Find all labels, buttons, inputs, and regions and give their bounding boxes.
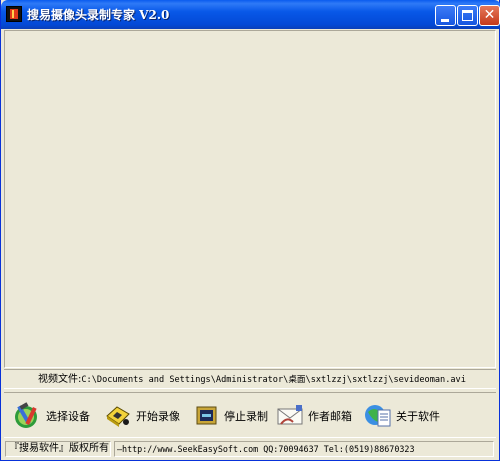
start-record-button[interactable]: 开始录像 <box>104 401 180 431</box>
title-bar[interactable]: 搜易摄像头录制专家 V2.0 ✕ <box>1 0 500 29</box>
about-software-icon <box>364 402 392 430</box>
about-software-label: 关于软件 <box>396 410 440 423</box>
select-device-button[interactable]: 选择设备 <box>14 401 90 431</box>
about-software-button[interactable]: 关于软件 <box>364 401 440 431</box>
minimize-icon <box>441 19 449 22</box>
author-email-button[interactable]: 作者邮箱 <box>276 401 352 431</box>
stop-record-icon <box>192 402 220 430</box>
video-file-bar: 视频文件:C:\Documents and Settings\Administr… <box>4 369 496 389</box>
status-copyright: 『搜易软件』版权所有 <box>5 441 111 457</box>
select-device-label: 选择设备 <box>46 410 90 423</box>
close-button[interactable]: ✕ <box>479 5 500 26</box>
toolbar: 选择设备 开始录像 停止录制 作者邮箱 关于软件 <box>4 392 496 438</box>
window-title: 搜易摄像头录制专家 V2.0 <box>27 8 170 22</box>
status-contact: —http://www.SeekEasySoft.com QQ:70094637… <box>114 441 494 457</box>
start-record-icon <box>104 402 132 430</box>
camcorder-app-icon[interactable] <box>6 6 22 22</box>
author-email-label: 作者邮箱 <box>308 410 352 423</box>
author-email-icon <box>276 402 304 430</box>
select-device-tools-icon <box>14 402 42 430</box>
video-file-path: 视频文件:C:\Documents and Settings\Administr… <box>38 372 466 388</box>
status-contact-text: —http://www.SeekEasySoft.com QQ:70094637… <box>117 444 415 454</box>
close-icon: ✕ <box>483 7 496 23</box>
start-record-label: 开始录像 <box>136 410 180 423</box>
stop-record-label: 停止录制 <box>224 410 268 423</box>
video-file-label: 视频文件: <box>38 374 82 385</box>
maximize-icon <box>462 10 473 21</box>
status-bar: 『搜易软件』版权所有 —http://www.SeekEasySoft.com … <box>4 440 496 459</box>
app-window: 搜易摄像头录制专家 V2.0 ✕ 视频文件:C:\Documents and S… <box>0 0 500 461</box>
video-preview-area <box>4 30 496 368</box>
maximize-button[interactable] <box>457 5 478 26</box>
video-file-value: C:\Documents and Settings\Administrator\… <box>81 375 466 385</box>
stop-record-button[interactable]: 停止录制 <box>192 401 268 431</box>
minimize-button[interactable] <box>435 5 456 26</box>
